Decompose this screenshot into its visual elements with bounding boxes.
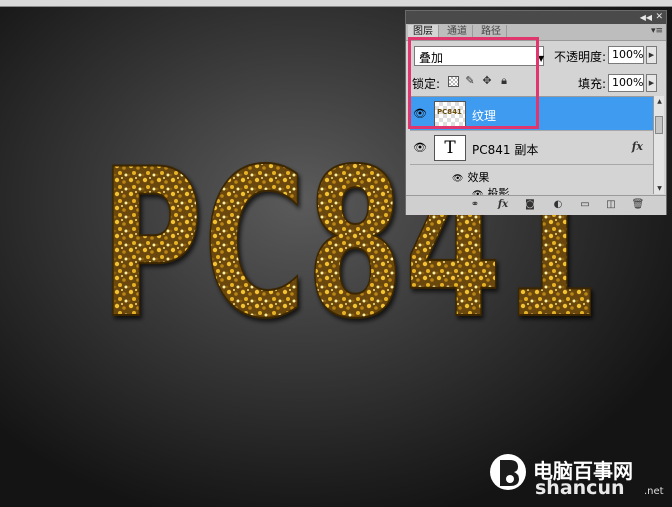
new-group-icon[interactable]: ▭ xyxy=(578,199,592,211)
lock-label: 锁定: xyxy=(412,77,441,91)
layer-list-scrollbar[interactable]: ▲ ▼ xyxy=(653,96,664,194)
layer-list: 👁︎ PC841 纹理 👁︎ T PC841 副本 fx 👁︎ 效果 👁︎ 投影 xyxy=(410,96,653,195)
panel-footer: ⚭ fx ◙ ◐ ▭ ◫ 🗑︎ xyxy=(406,195,666,215)
scroll-down-icon[interactable]: ▼ xyxy=(655,184,664,193)
add-mask-icon[interactable]: ◙ xyxy=(523,199,537,211)
lock-transparency-icon[interactable] xyxy=(448,76,459,87)
panel-tabbar: 图层 通道 路径 ▾≡ xyxy=(406,24,666,41)
blend-mode-value: 叠加 xyxy=(419,51,444,65)
window-top-strip xyxy=(0,0,672,7)
effects-label: 效果 xyxy=(467,171,490,184)
add-style-fx-icon[interactable]: fx xyxy=(496,199,510,211)
opacity-label: 不透明度: xyxy=(554,50,607,64)
blend-mode-select[interactable]: 叠加 xyxy=(414,46,544,66)
eye-visibility-icon[interactable]: 👁︎ xyxy=(452,174,463,184)
layers-panel: ◀◀ ✕ 图层 通道 路径 ▾≡ 叠加 ▼ 不透明度: 100% ▶ 锁定: ✎… xyxy=(405,10,667,215)
tab-paths[interactable]: 路径 xyxy=(476,25,507,39)
fill-slider-arrow-icon[interactable]: ▶ xyxy=(646,74,657,92)
lock-all-icon[interactable]: 🔒︎ xyxy=(498,75,510,87)
trash-icon[interactable]: 🗑︎ xyxy=(631,199,645,211)
layer-name[interactable]: PC841 副本 xyxy=(472,141,538,158)
panel-titlebar[interactable]: ◀◀ ✕ xyxy=(406,11,666,24)
close-icon[interactable]: ✕ xyxy=(655,12,663,23)
thumbnail-text: PC841 xyxy=(437,108,462,116)
watermark-tld-text: .net xyxy=(644,486,664,497)
effect-item-row[interactable]: 👁︎ 投影 xyxy=(472,185,509,195)
watermark-logo xyxy=(490,454,526,490)
new-layer-icon[interactable]: ◫ xyxy=(604,199,618,211)
link-layers-icon[interactable]: ⚭ xyxy=(468,199,482,211)
layer-name[interactable]: 纹理 xyxy=(472,107,496,124)
panel-menu-icon[interactable]: ▾≡ xyxy=(651,26,663,36)
effects-group-row[interactable]: 👁︎ 效果 xyxy=(452,169,489,185)
watermark-en-text: shancun xyxy=(535,477,625,499)
opacity-slider-arrow-icon[interactable]: ▶ xyxy=(646,46,657,64)
adjustment-layer-icon[interactable]: ◐ xyxy=(551,199,565,211)
opacity-input[interactable]: 100% xyxy=(608,46,644,64)
fill-label: 填充: xyxy=(578,77,607,91)
lock-brush-icon[interactable]: ✎ xyxy=(464,75,476,87)
lock-move-icon[interactable]: ✥ xyxy=(481,75,493,87)
tab-channels[interactable]: 通道 xyxy=(442,25,473,39)
fill-input[interactable]: 100% xyxy=(608,74,644,92)
layer-thumbnail: PC841 xyxy=(434,101,466,127)
chevron-down-icon[interactable]: ▼ xyxy=(538,54,544,63)
scroll-up-icon[interactable]: ▲ xyxy=(655,97,664,106)
layer-row-texture[interactable]: 👁︎ PC841 纹理 xyxy=(410,97,653,131)
eye-visibility-icon[interactable]: 👁︎ xyxy=(413,141,427,155)
scroll-thumb[interactable] xyxy=(655,116,663,134)
layer-row-pc841-copy[interactable]: 👁︎ T PC841 副本 fx xyxy=(410,131,653,165)
text-layer-thumbnail: T xyxy=(434,135,466,161)
tab-layers[interactable]: 图层 xyxy=(408,25,439,40)
fx-icon[interactable]: fx xyxy=(632,140,643,153)
eye-visibility-icon[interactable]: 👁︎ xyxy=(413,107,427,121)
effect-item-label: 投影 xyxy=(487,187,510,195)
collapse-icon[interactable]: ◀◀ xyxy=(640,12,652,23)
